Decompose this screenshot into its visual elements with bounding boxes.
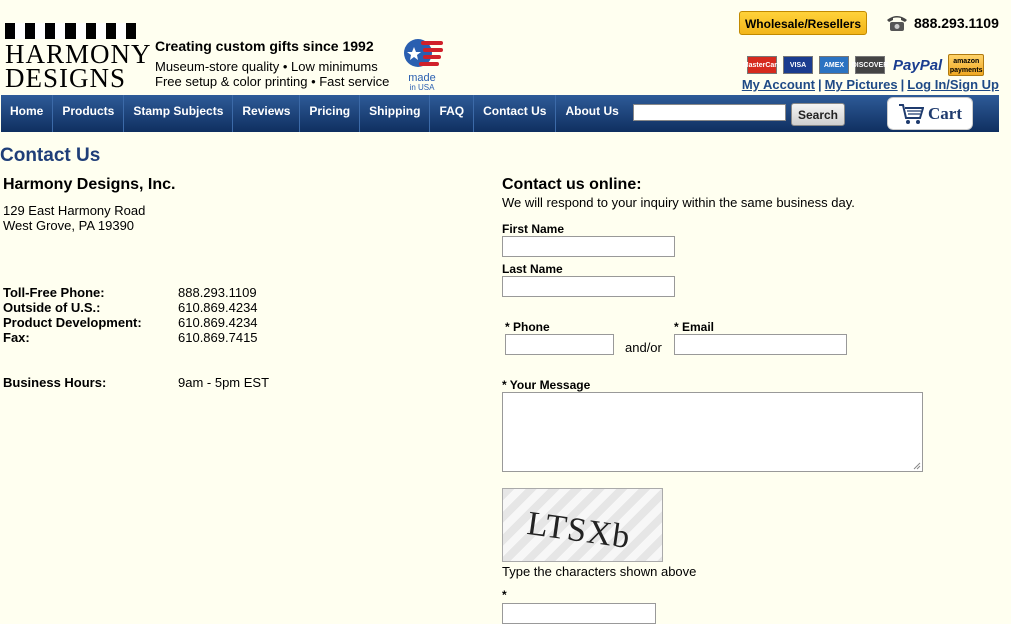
amazon-payments-logo: amazon payments [948,54,985,76]
address-line-2: West Grove, PA 19390 [3,218,135,233]
tagline-line-2: Free setup & color printing • Fast servi… [155,74,390,89]
my-pictures-link[interactable]: My Pictures [825,77,898,92]
nav-reviews[interactable]: Reviews [233,95,301,132]
resize-handle-icon[interactable] [913,462,921,470]
payment-methods: MasterCard VISA AMEX DISCOVER PayPal ama… [743,54,985,76]
contact-value: 610.869.4234 [178,315,258,330]
contact-value: 610.869.4234 [178,300,258,315]
discover-icon: DISCOVER [852,56,888,74]
first-name-input[interactable] [502,236,675,257]
payments-label: payments [949,67,983,74]
contact-label: Toll-Free Phone: [3,285,105,300]
search-button[interactable]: Search [791,103,845,126]
logo-checker-pattern [5,23,137,39]
company-name: Harmony Designs, Inc. [3,176,176,193]
contact-label: Product Development: [3,315,142,330]
email-label: * Email [674,320,715,334]
made-label: made [408,72,436,84]
search-input[interactable] [633,104,786,121]
visa-icon: VISA [783,56,813,74]
captcha-hint: Type the characters shown above [502,564,697,579]
header-phone-number: 888.293.1109 [914,15,999,31]
message-label: * Your Message [502,378,591,392]
made-in-usa-badge: made in USA [403,38,445,92]
amazon-label: amazon [953,58,980,65]
nav-home[interactable]: Home [1,95,54,132]
tagline-line-1: Museum-store quality • Low minimums [155,59,378,74]
page-title: Contact Us [0,145,101,166]
contact-label: Fax: [3,330,30,345]
captcha-input[interactable] [502,603,656,624]
telephone-icon [887,16,907,31]
nav-pricing[interactable]: Pricing [300,95,361,132]
email-input[interactable] [674,334,847,355]
contact-form-subtitle: We will respond to your inquiry within t… [502,195,855,210]
nav-about-us[interactable]: About Us [556,95,627,132]
phone-label: * Phone [505,320,550,334]
phone-input[interactable] [505,334,614,355]
contact-value: 610.869.7415 [178,330,258,345]
cart-label: Cart [928,103,962,123]
tagline-title: Creating custom gifts since 1992 [155,38,374,54]
nav-stamp-subjects[interactable]: Stamp Subjects [124,95,234,132]
last-name-input[interactable] [502,276,675,297]
shopping-cart-icon [899,103,924,124]
message-textarea[interactable] [502,392,923,472]
paypal-logo: PayPal [893,56,943,74]
nav-faq[interactable]: FAQ [430,95,475,132]
login-signup-link[interactable]: Log In/Sign Up [907,77,999,92]
nav-products[interactable]: Products [53,95,125,132]
amex-icon: AMEX [819,56,849,74]
cart-button[interactable]: Cart [887,97,973,130]
mastercard-icon: MasterCard [743,56,781,74]
and-or-text: and/or [625,340,662,355]
logo[interactable]: HARMONY DESIGNS [5,41,152,93]
account-links: My Account | My Pictures | Log In/Sign Up [742,77,999,92]
business-hours-value: 9am - 5pm EST [178,375,270,390]
contact-form-title: Contact us online: [502,176,642,193]
my-account-link[interactable]: My Account [742,77,815,92]
logo-line-2: DESIGNS [5,63,127,93]
address-line-1: 129 East Harmony Road [3,203,146,218]
usa-flag-icon [404,39,443,67]
header-phone: 888.293.1109 [885,14,999,32]
link-separator: | [818,77,822,92]
contact-value: 888.293.1109 [178,285,257,300]
wholesale-resellers-button[interactable]: Wholesale/Resellers [739,11,867,35]
contact-label: Outside of U.S.: [3,300,101,315]
first-name-label: First Name [502,222,565,236]
nav-shipping[interactable]: Shipping [360,95,431,132]
captcha-required-marker: * [502,588,507,602]
last-name-label: Last Name [502,262,563,276]
in-usa-label: in USA [409,83,435,92]
nav-contact-us[interactable]: Contact Us [474,95,557,132]
main-nav: Home Products Stamp Subjects Reviews Pri… [1,95,628,132]
link-separator: | [900,77,905,92]
business-hours-label: Business Hours: [3,375,107,390]
